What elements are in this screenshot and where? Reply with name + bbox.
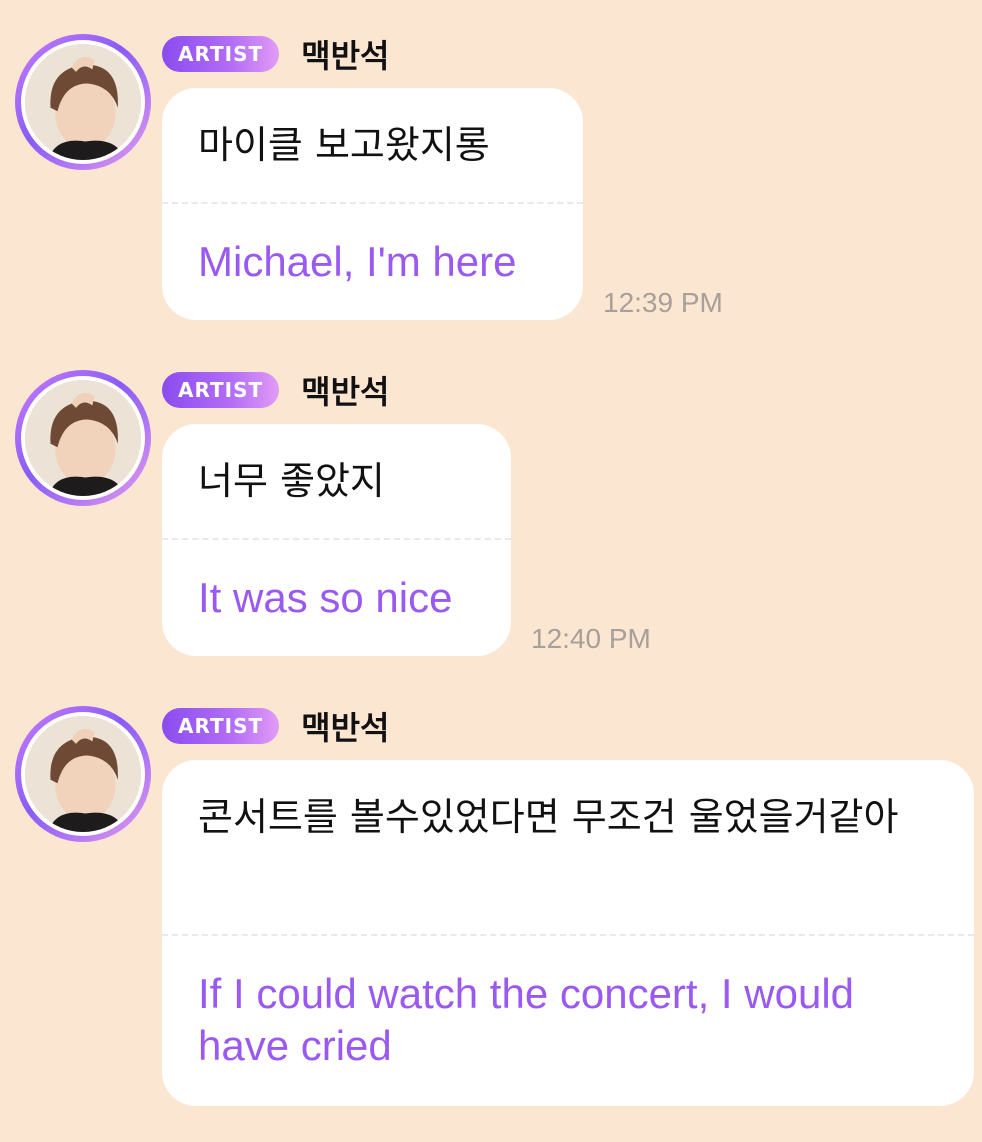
original-text: 마이클 보고왔지롱: [198, 123, 490, 167]
message-bubble[interactable]: 너무 좋았지 It was so nice: [162, 424, 511, 656]
artist-badge: ARTIST: [162, 36, 280, 72]
sender-name: 맥반석: [301, 373, 390, 411]
chat-message: ARTIST 맥반석 마이클 보고왔지롱 Michael, I'm here 1…: [0, 34, 982, 334]
sender-header: ARTIST 맥반석: [162, 34, 390, 75]
artist-profile-photo-icon: [25, 380, 141, 496]
bubble-divider: [162, 934, 974, 936]
original-text: 너무 좋았지: [198, 459, 385, 503]
chat-message: ARTIST 맥반석 너무 좋았지 It was so nice 12:40 P…: [0, 370, 982, 670]
sender-name: 맥반석: [301, 37, 390, 75]
message-bubble[interactable]: 마이클 보고왔지롱 Michael, I'm here: [162, 88, 583, 320]
translated-text: Michael, I'm here: [198, 238, 517, 285]
translated-text: It was so nice: [198, 574, 453, 621]
sender-name: 맥반석: [301, 709, 390, 747]
original-text: 콘서트를 볼수있었다면 무조건 울었을거같아: [198, 795, 899, 839]
bubble-divider: [162, 202, 583, 204]
bubble-divider: [162, 538, 511, 540]
artist-profile-photo-icon: [25, 716, 141, 832]
message-bubble[interactable]: 콘서트를 볼수있었다면 무조건 울었을거같아 If I could watch …: [162, 760, 974, 1106]
sender-header: ARTIST 맥반석: [162, 370, 390, 411]
artist-badge: ARTIST: [162, 708, 280, 744]
artist-avatar[interactable]: [15, 706, 151, 842]
artist-avatar[interactable]: [15, 34, 151, 170]
artist-avatar[interactable]: [15, 370, 151, 506]
artist-profile-photo-icon: [25, 44, 141, 160]
message-timestamp: 12:39 PM: [603, 287, 723, 318]
translated-text: If I could watch the concert, I would ha…: [198, 970, 855, 1069]
sender-header: ARTIST 맥반석: [162, 706, 390, 747]
message-timestamp: 12:40 PM: [531, 623, 651, 654]
artist-badge: ARTIST: [162, 372, 280, 408]
chat-message: ARTIST 맥반석 콘서트를 볼수있었다면 무조건 울었을거같아 If I c…: [0, 706, 982, 1116]
